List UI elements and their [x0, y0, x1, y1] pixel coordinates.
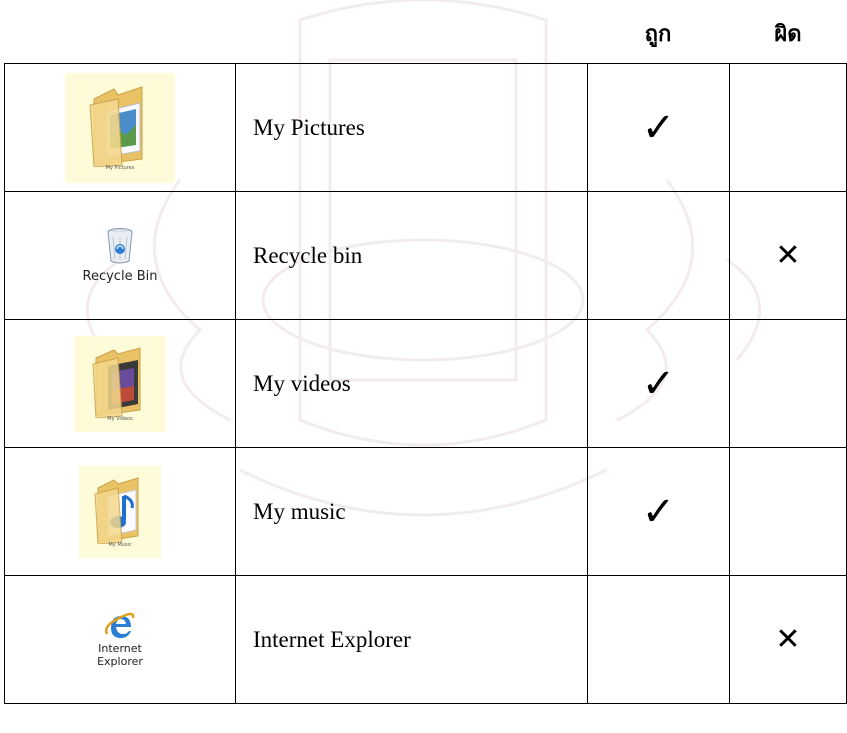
cross-mark-icon: ✕	[775, 621, 801, 657]
correct-mark	[587, 191, 730, 320]
table-row: My Pictures My Pictures ✓	[4, 63, 847, 192]
my-music-folder-icon	[94, 476, 139, 544]
item-name: My videos	[235, 319, 588, 448]
icon-thumbnail: Internet Explorer	[97, 612, 143, 668]
correct-mark: ✓	[587, 319, 730, 448]
internet-explorer-icon	[105, 612, 135, 638]
icon-cell: Recycle Bin	[4, 191, 236, 320]
icon-thumbnail: My Music	[79, 465, 161, 558]
my-videos-folder-icon	[92, 346, 141, 418]
icon-caption: My Pictures	[105, 164, 135, 171]
check-mark-icon: ✓	[641, 488, 676, 535]
icon-caption: My Videos	[107, 415, 133, 422]
my-pictures-folder-icon	[89, 85, 143, 167]
table-row: My Videos My videos ✓	[4, 319, 847, 448]
item-name: My music	[235, 447, 588, 576]
icon-cell: My Pictures	[4, 63, 236, 192]
wrong-mark: ✕	[729, 575, 847, 704]
icon-caption-line: Explorer	[97, 654, 143, 668]
icon-thumbnail: My Pictures	[65, 72, 175, 183]
icon-cell: Internet Explorer	[4, 575, 236, 704]
item-name: My Pictures	[235, 63, 588, 192]
table-row: My Music My music ✓	[4, 447, 847, 576]
icon-caption: Internet Explorer	[97, 642, 143, 668]
icon-thumbnail: Recycle Bin	[82, 227, 158, 284]
wrong-mark	[729, 63, 847, 192]
wrong-mark	[729, 447, 847, 576]
icon-thumbnail: My Videos	[74, 335, 166, 432]
check-mark-icon: ✓	[641, 360, 676, 407]
wrong-mark	[729, 319, 847, 448]
correct-mark	[587, 575, 730, 704]
item-name: Internet Explorer	[235, 575, 588, 704]
table-row: Internet Explorer Internet Explorer ✕	[4, 575, 847, 704]
table-row: Recycle Bin Recycle bin ✕	[4, 191, 847, 320]
recycle-bin-icon	[107, 228, 133, 264]
wrong-column-header: ผิด	[774, 22, 802, 47]
wrong-mark: ✕	[729, 191, 847, 320]
cross-mark-icon: ✕	[775, 237, 801, 273]
correct-column-header: ถูก	[644, 22, 672, 47]
icon-cell: My Music	[4, 447, 236, 576]
correct-mark: ✓	[587, 447, 730, 576]
check-mark-icon: ✓	[641, 104, 676, 151]
icon-cell: My Videos	[4, 319, 236, 448]
correct-mark: ✓	[587, 63, 730, 192]
icon-caption: Recycle Bin	[82, 269, 158, 284]
icon-caption-line: Internet	[98, 641, 142, 655]
answer-table: My Pictures My Pictures ✓ Recycle Bin Re…	[4, 63, 847, 704]
item-name: Recycle bin	[235, 191, 588, 320]
icon-caption: My Music	[108, 541, 132, 548]
